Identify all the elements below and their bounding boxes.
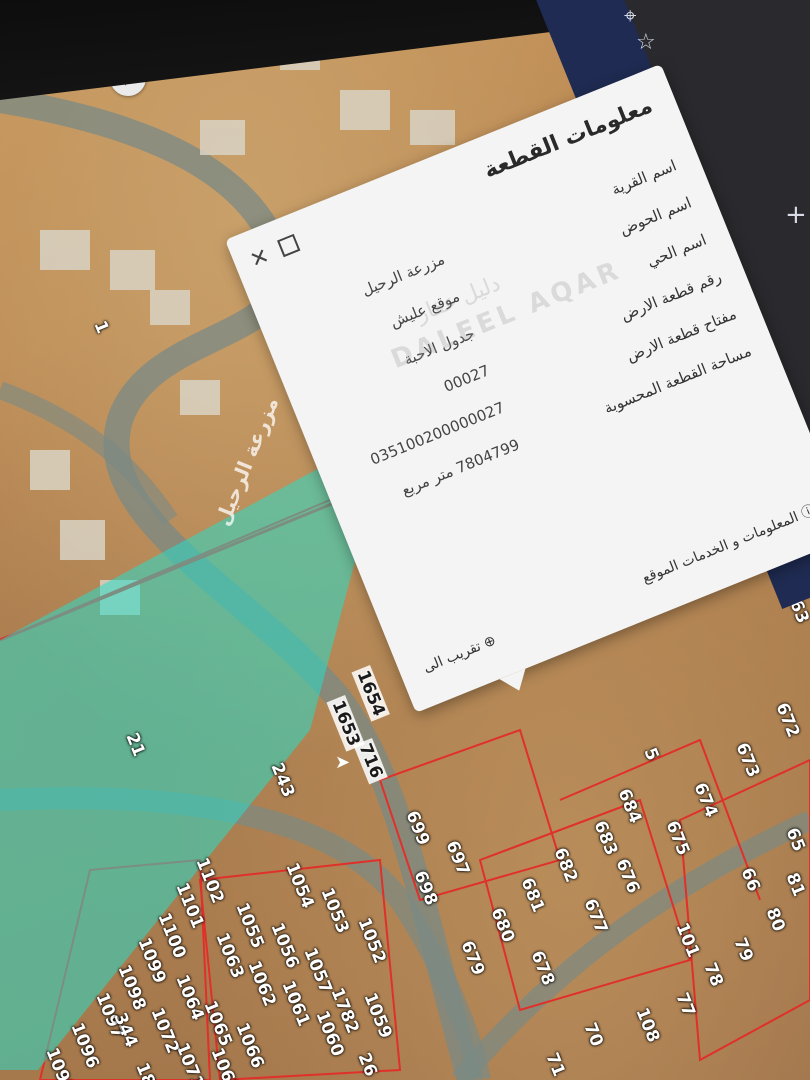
star-icon[interactable]: ☆ [636, 32, 656, 54]
location-pin-icon[interactable]: ⌖ [624, 6, 636, 28]
maximize-icon[interactable] [276, 233, 301, 258]
zoom-to-label: تقريب الى [421, 638, 484, 677]
plus-icon[interactable]: + [785, 202, 807, 228]
cursor-marker-icon: ➤ [335, 752, 351, 773]
close-icon[interactable]: ✕ [247, 244, 273, 274]
row-value: مزرعة الرحيل [359, 250, 448, 300]
zoom-to-link[interactable]: ⊕ تقريب الى [421, 632, 498, 676]
